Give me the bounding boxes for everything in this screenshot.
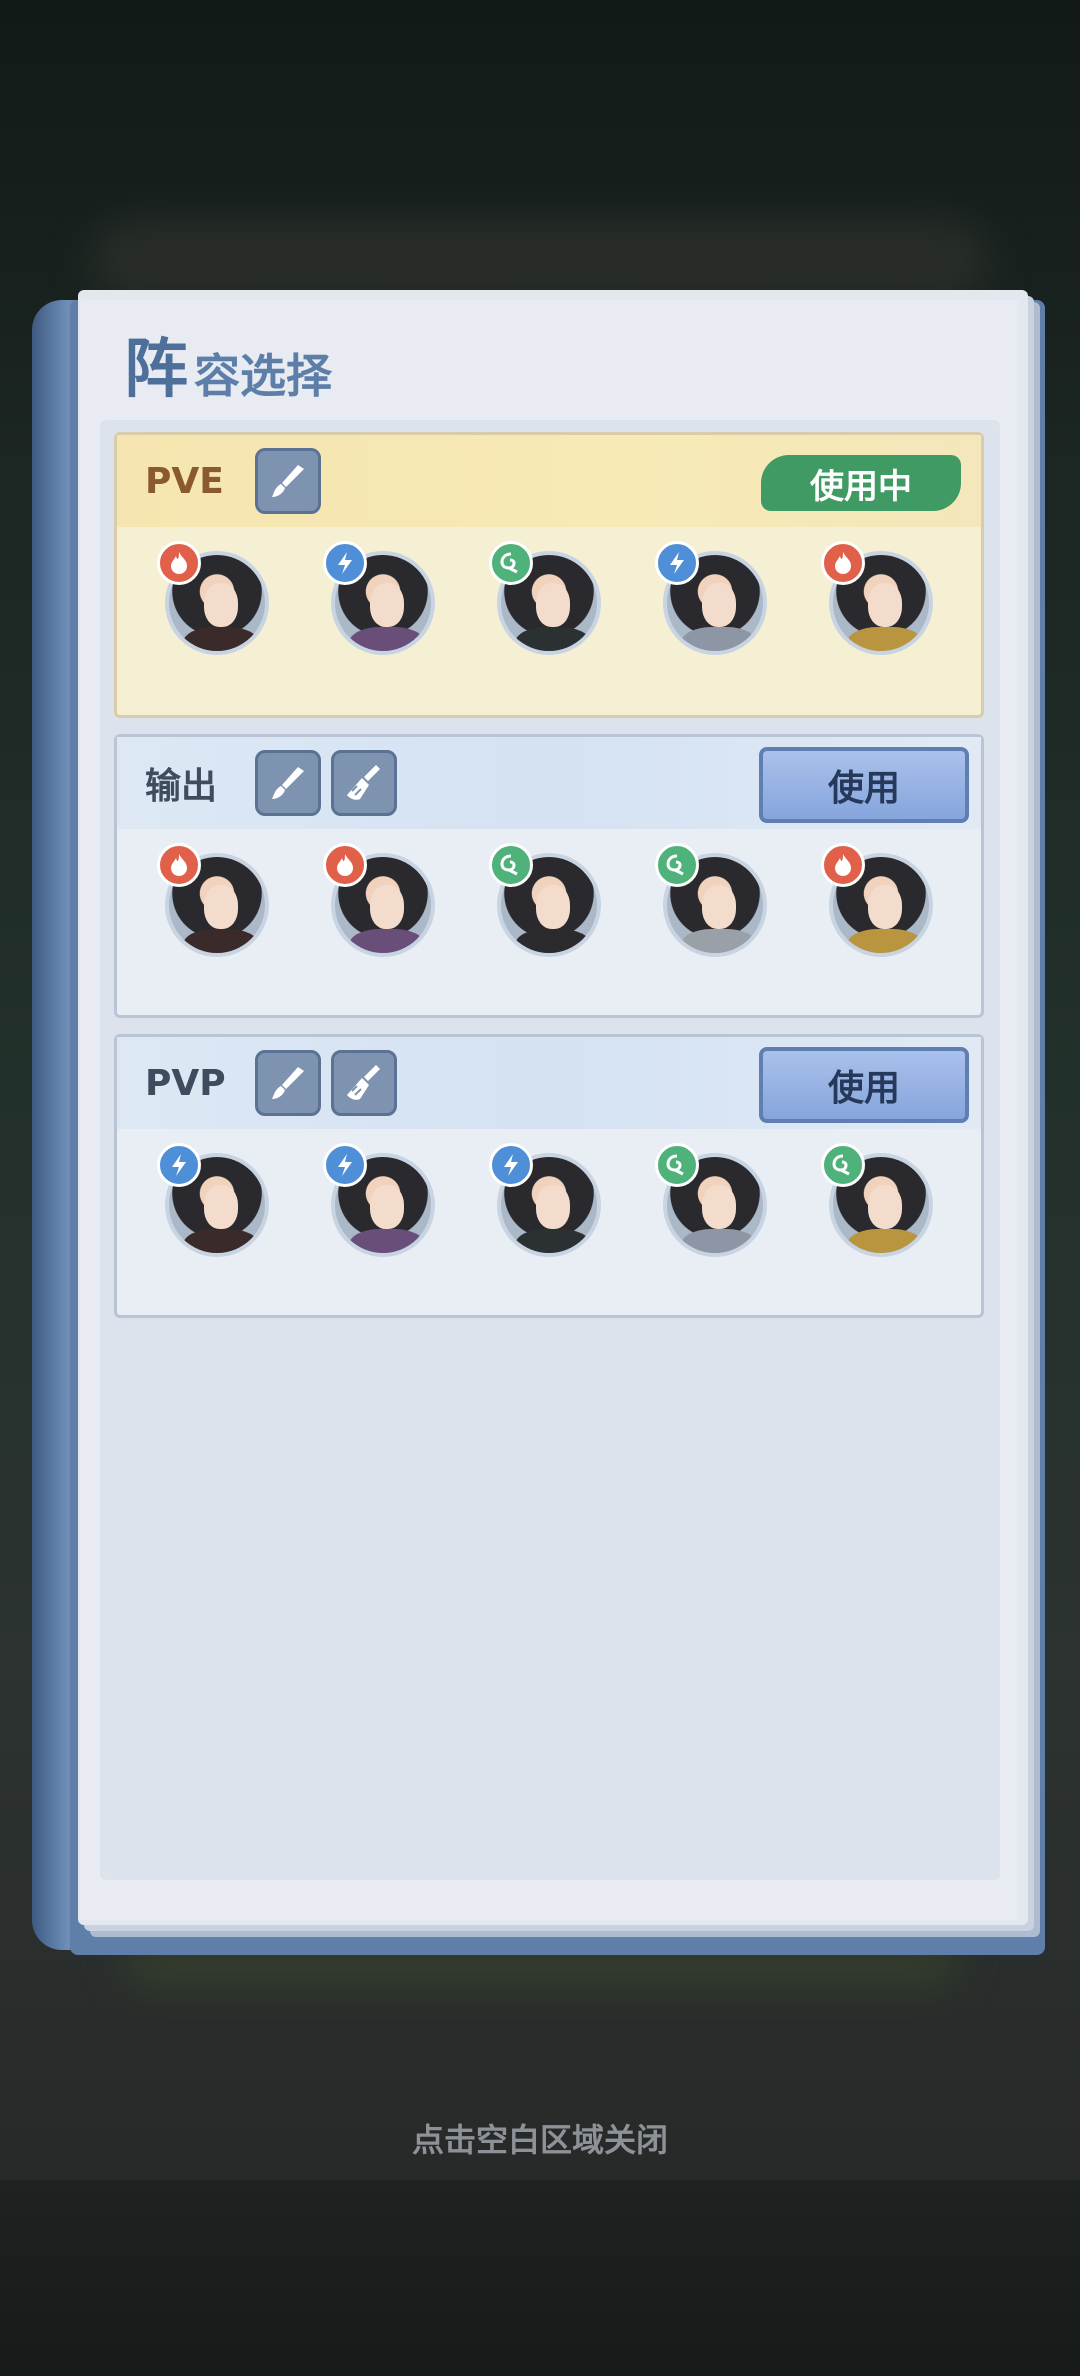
edit-brush-button[interactable] <box>255 750 321 816</box>
fire-element-icon <box>323 843 367 887</box>
wind-element-icon <box>821 1143 865 1187</box>
hero-slot[interactable] <box>655 541 767 655</box>
hero-slot[interactable] <box>489 843 601 957</box>
broom-icon <box>347 1065 380 1100</box>
wind-element-icon <box>489 843 533 887</box>
hero-row <box>117 843 981 967</box>
fire-element-icon <box>821 843 865 887</box>
close-hint[interactable]: 点击空白区域关闭 <box>0 2115 1080 2161</box>
hero-slot[interactable] <box>157 541 269 655</box>
brush-icon <box>272 1067 304 1099</box>
wind-element-icon <box>489 541 533 585</box>
hero-row <box>117 1143 981 1267</box>
fire-element-icon <box>157 541 201 585</box>
brush-icon <box>272 465 304 497</box>
thunder-element-icon <box>489 1143 533 1187</box>
panel-title-rest: 容选择 <box>194 349 332 404</box>
panel-title: 阵 容选择 <box>124 312 332 402</box>
hero-slot[interactable] <box>323 843 435 957</box>
wind-element-icon <box>655 843 699 887</box>
clear-broom-button[interactable] <box>331 750 397 816</box>
lineup-name: PVP <box>145 1062 226 1104</box>
hero-slot[interactable] <box>821 541 933 655</box>
hero-row <box>117 541 981 665</box>
lineup-header: 输出 使用 <box>117 737 981 829</box>
lineup-header: PVP 使用 <box>117 1037 981 1129</box>
hero-slot[interactable] <box>655 1143 767 1257</box>
thunder-element-icon <box>323 541 367 585</box>
use-lineup-button[interactable]: 使用 <box>759 747 969 823</box>
fire-element-icon <box>157 843 201 887</box>
wind-element-icon <box>655 1143 699 1187</box>
hero-slot[interactable] <box>821 1143 933 1257</box>
broom-icon <box>347 765 380 800</box>
hero-slot[interactable] <box>821 843 933 957</box>
lineup-name: 输出 <box>145 766 218 807</box>
hero-slot[interactable] <box>157 843 269 957</box>
thunder-element-icon <box>323 1143 367 1187</box>
hero-slot[interactable] <box>157 1143 269 1257</box>
lineup-card-pve[interactable]: PVE 使用中 <box>114 432 984 718</box>
use-lineup-button[interactable]: 使用 <box>759 1047 969 1123</box>
hero-slot[interactable] <box>655 843 767 957</box>
hero-slot[interactable] <box>323 541 435 655</box>
lineup-header: PVE 使用中 <box>117 435 981 527</box>
panel-title-first-char: 阵 <box>124 332 188 407</box>
in-use-badge: 使用中 <box>761 455 961 511</box>
hero-slot[interactable] <box>323 1143 435 1257</box>
lineup-name: PVE <box>145 460 224 502</box>
lineup-card-output[interactable]: 输出 使用 <box>114 734 984 1018</box>
background-blur <box>90 220 990 300</box>
hero-slot[interactable] <box>489 1143 601 1257</box>
background-bottom-bar <box>0 2180 1080 2376</box>
hero-slot[interactable] <box>489 541 601 655</box>
edit-brush-button[interactable] <box>255 448 321 514</box>
clear-broom-button[interactable] <box>331 1050 397 1116</box>
fire-element-icon <box>821 541 865 585</box>
thunder-element-icon <box>157 1143 201 1187</box>
lineup-card-pvp[interactable]: PVP 使用 <box>114 1034 984 1318</box>
brush-icon <box>272 767 304 799</box>
thunder-element-icon <box>655 541 699 585</box>
edit-brush-button[interactable] <box>255 1050 321 1116</box>
